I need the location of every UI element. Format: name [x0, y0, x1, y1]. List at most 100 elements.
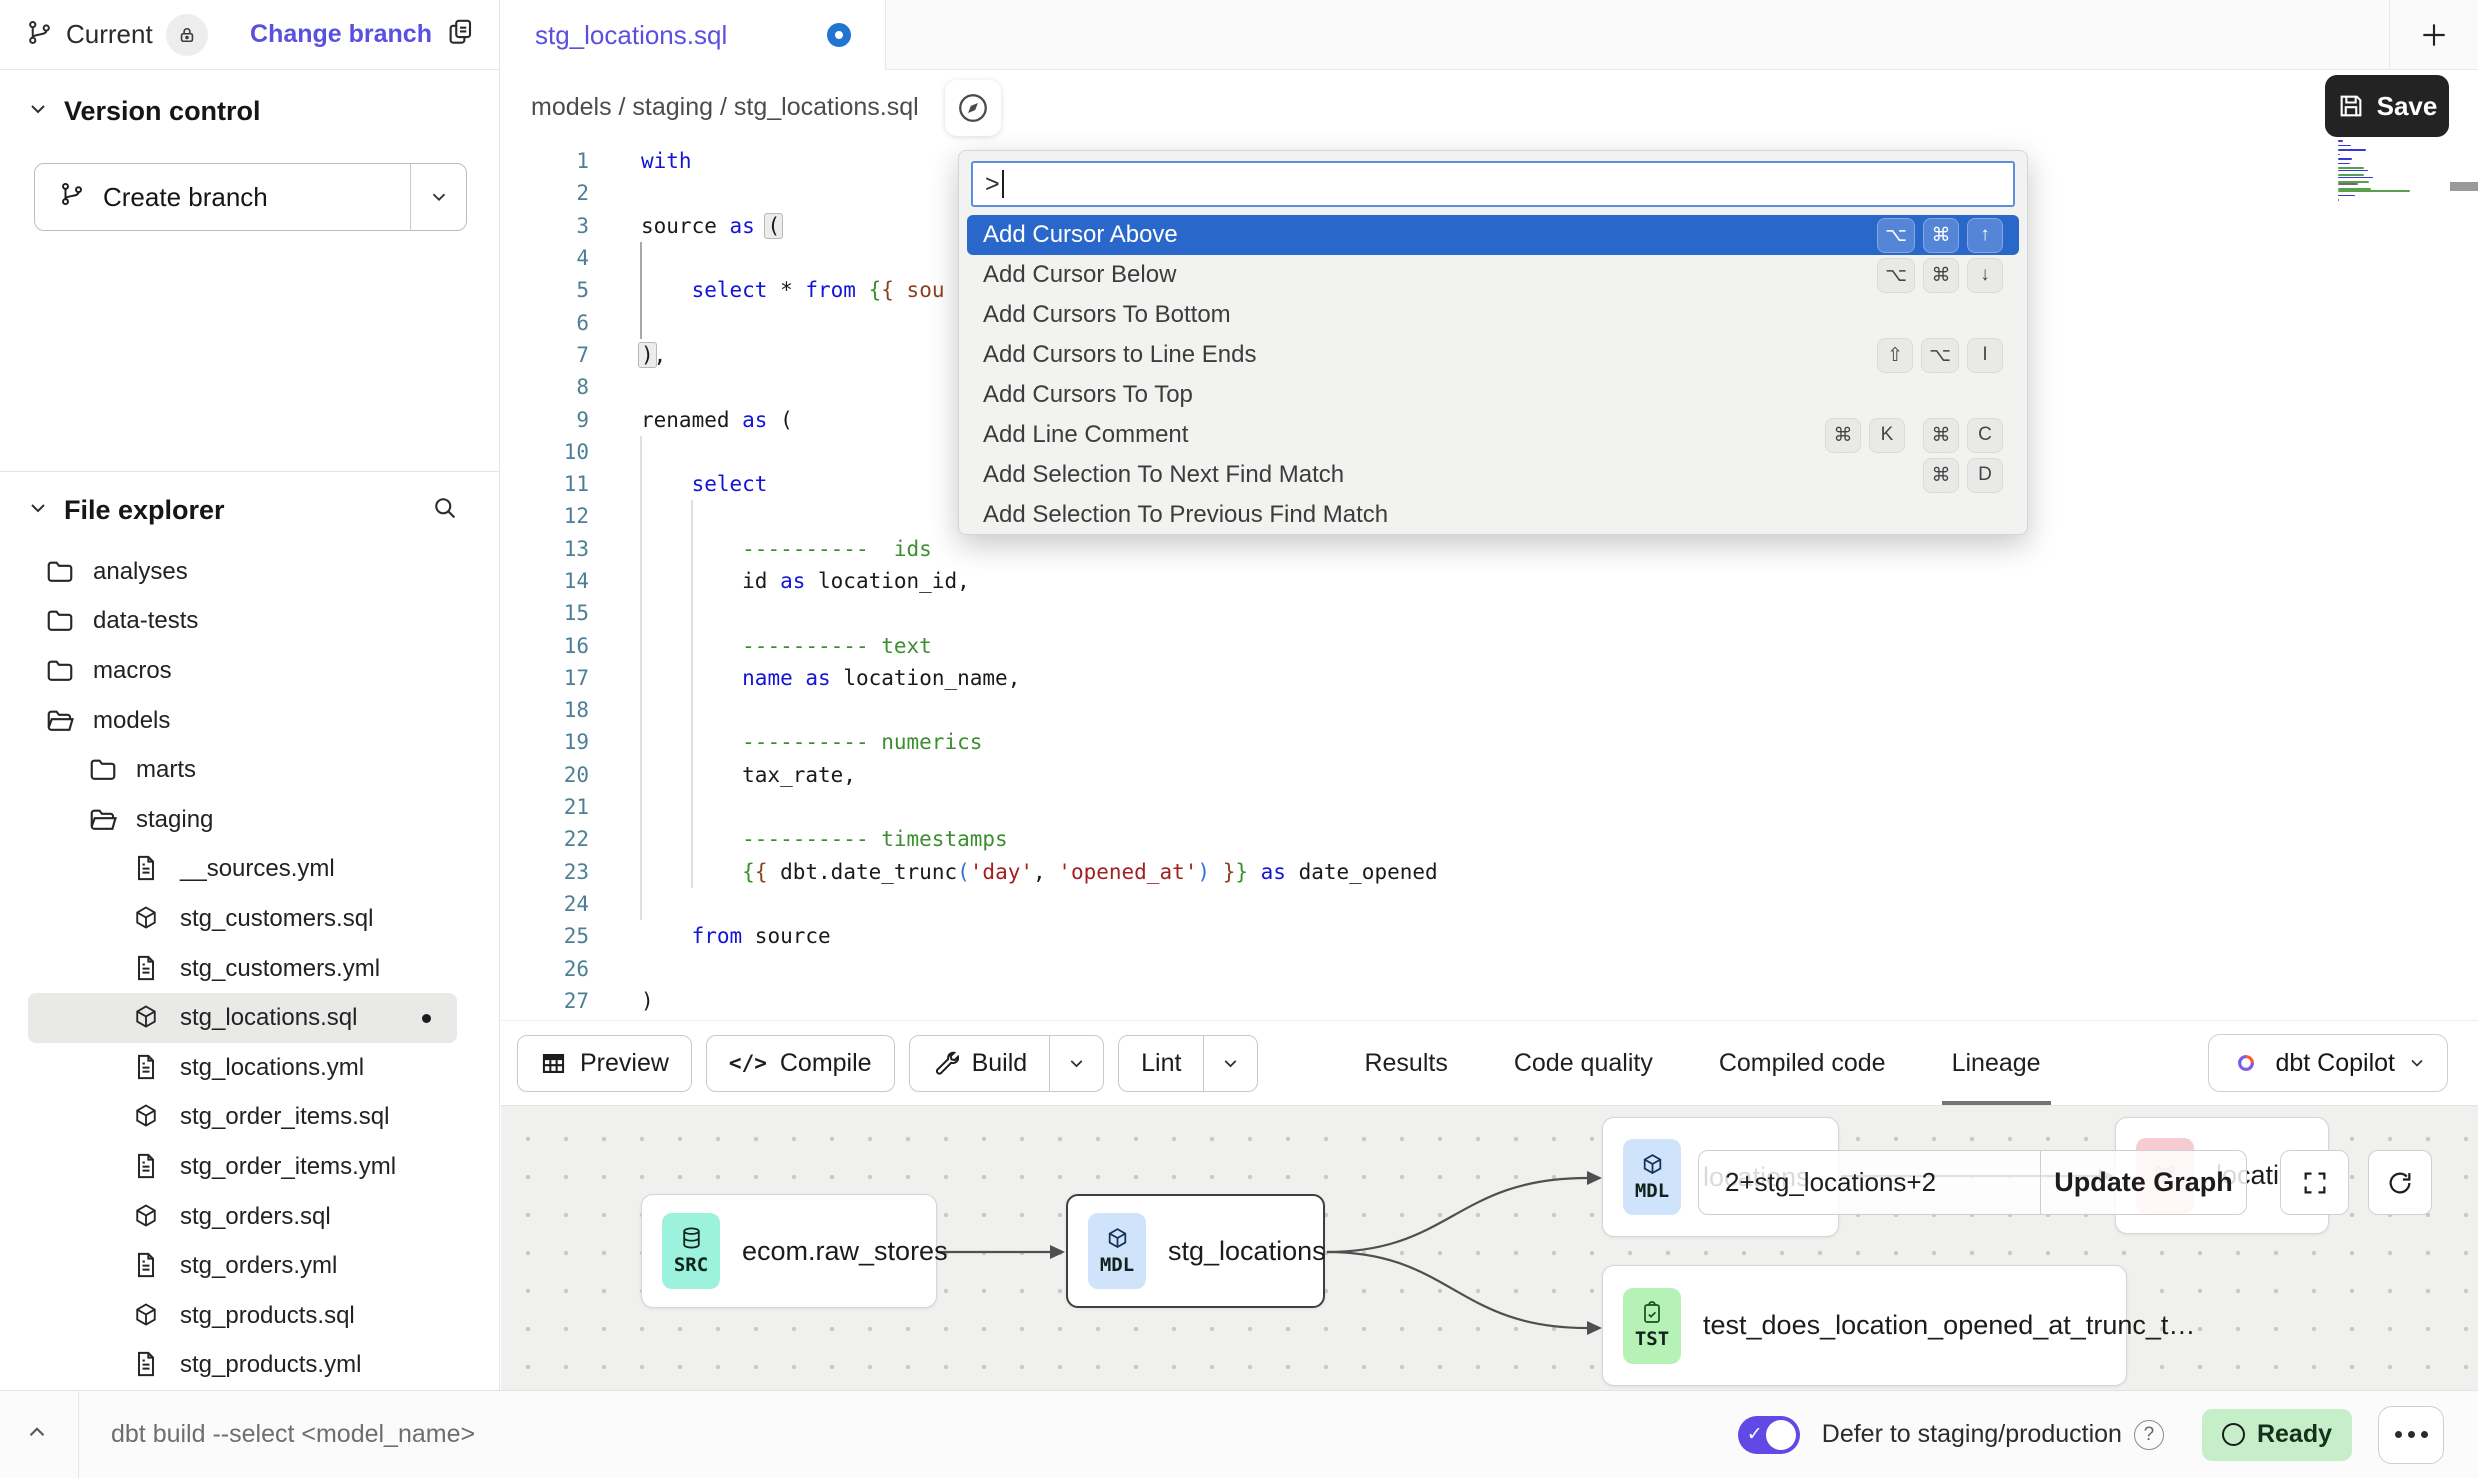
lint-dropdown[interactable] — [1203, 1036, 1257, 1091]
file-name: __sources.yml — [180, 855, 335, 883]
lineage-node-source[interactable]: SRC ecom.raw_stores — [641, 1194, 937, 1308]
code-line-19[interactable]: 19 ---------- numerics — [501, 726, 2478, 758]
dbt-copilot-button[interactable]: dbt Copilot — [2208, 1034, 2448, 1092]
code-line-15[interactable]: 15 — [501, 597, 2478, 629]
defer-toggle[interactable]: ✓ — [1738, 1416, 1800, 1454]
file-tree-item-stg_customers.sql[interactable]: stg_customers.sql — [0, 894, 499, 944]
line-number: 4 — [501, 246, 589, 270]
file-name: models — [93, 707, 170, 735]
editor-toolbar: Preview </> Compile Build Lint Results Co… — [501, 1020, 2478, 1105]
code-line-24[interactable]: 24 — [501, 888, 2478, 920]
command-palette-input[interactable]: > — [971, 161, 2015, 207]
fullscreen-button[interactable] — [2280, 1150, 2349, 1215]
palette-item-add-cursors-to-top[interactable]: Add Cursors To Top — [959, 375, 2027, 415]
tab-stg-locations-sql[interactable]: stg_locations.sql — [501, 0, 886, 70]
sidebar: Current Change branch Version control Cr… — [0, 0, 500, 1390]
code-line-18[interactable]: 18 — [501, 694, 2478, 726]
file-tree-item-stg_orders.yml[interactable]: stg_orders.yml — [0, 1241, 499, 1291]
lineage-panel[interactable]: SRC ecom.raw_stores MDL stg_locations MD… — [501, 1105, 2478, 1390]
build-dropdown[interactable] — [1049, 1036, 1103, 1091]
tab-compiled-code[interactable]: Compiled code — [1719, 1021, 1886, 1106]
code-line-20[interactable]: 20 tax_rate, — [501, 759, 2478, 791]
file-tree-item-models[interactable]: models — [0, 696, 499, 746]
copy-icon[interactable] — [445, 17, 475, 52]
file-tree-item-__sources.yml[interactable]: __sources.yml — [0, 845, 499, 895]
tab-code-quality[interactable]: Code quality — [1514, 1021, 1653, 1106]
save-button[interactable]: Save — [2325, 75, 2449, 137]
collapse-panel-button[interactable] — [24, 1419, 50, 1450]
search-icon[interactable] — [431, 494, 459, 527]
lint-label: Lint — [1141, 1049, 1181, 1078]
file-tree-item-stg_locations.yml[interactable]: stg_locations.yml — [0, 1043, 499, 1093]
palette-item-add-cursors-to-line-ends[interactable]: Add Cursors to Line Ends⇧⌥I — [959, 335, 2027, 375]
code-line-16[interactable]: 16 ---------- text — [501, 629, 2478, 661]
code-line-13[interactable]: 13 ---------- ids — [501, 533, 2478, 565]
file-tree-item-analyses[interactable]: analyses — [0, 547, 499, 597]
change-branch-link[interactable]: Change branch — [250, 20, 432, 49]
palette-item-label: Add Line Comment — [983, 421, 1188, 449]
line-text: id as location_id, — [589, 569, 970, 593]
create-branch-dropdown[interactable] — [410, 164, 466, 230]
file-tree-item-marts[interactable]: marts — [0, 745, 499, 795]
navigate-button[interactable] — [945, 80, 1001, 136]
status-badge: Ready — [2202, 1409, 2352, 1461]
help-icon[interactable]: ? — [2134, 1420, 2164, 1450]
line-number: 22 — [501, 827, 589, 851]
line-number: 18 — [501, 698, 589, 722]
code-line-14[interactable]: 14 id as location_id, — [501, 565, 2478, 597]
command-input[interactable]: dbt build --select <model_name> — [111, 1420, 475, 1449]
code-line-26[interactable]: 26 — [501, 952, 2478, 984]
node-label: stg_locations — [1168, 1236, 1326, 1267]
lineage-node-stg-locations[interactable]: MDL stg_locations — [1066, 1194, 1325, 1308]
scrollbar-thumb[interactable] — [2450, 182, 2478, 191]
refresh-button[interactable] — [2368, 1150, 2432, 1215]
code-line-25[interactable]: 25 from source — [501, 920, 2478, 952]
file-tree-item-stg_locations.sql[interactable]: stg_locations.sql — [28, 993, 457, 1043]
file-name: stg_orders.yml — [180, 1252, 337, 1280]
file-tree-item-stg_order_items.sql[interactable]: stg_order_items.sql — [0, 1093, 499, 1143]
tab-lineage[interactable]: Lineage — [1952, 1021, 2041, 1106]
file-tree-item-staging[interactable]: staging — [0, 795, 499, 845]
chevron-down-icon[interactable] — [26, 496, 50, 525]
tab-results[interactable]: Results — [1364, 1021, 1447, 1106]
chevron-down-icon[interactable] — [26, 97, 50, 126]
file-tree-item-stg_customers.yml[interactable]: stg_customers.yml — [0, 944, 499, 994]
palette-item-add-cursor-below[interactable]: Add Cursor Below⌥⌘↓ — [959, 255, 2027, 295]
palette-item-add-selection-to-next-find-match[interactable]: Add Selection To Next Find Match⌘D — [959, 455, 2027, 495]
file-tree-item-macros[interactable]: macros — [0, 646, 499, 696]
create-branch-button[interactable]: Create branch — [34, 163, 467, 231]
code-line-23[interactable]: 23 {{ dbt.date_trunc('day', 'opened_at')… — [501, 856, 2478, 888]
palette-item-label: Add Cursors To Top — [983, 381, 1193, 409]
lineage-node-test[interactable]: TST test_does_location_opened_at_trunc_t… — [1602, 1265, 2127, 1386]
lint-button[interactable]: Lint — [1118, 1035, 1258, 1092]
clipboard-check-icon — [1640, 1301, 1664, 1325]
defer-label: Defer to staging/production — [1822, 1420, 2122, 1449]
palette-item-add-line-comment[interactable]: Add Line Comment⌘K⌘C — [959, 415, 2027, 455]
indent-guide — [640, 436, 642, 920]
file-tree-item-data-tests[interactable]: data-tests — [0, 597, 499, 647]
file-tree-item-stg_products.yml[interactable]: stg_products.yml — [0, 1341, 499, 1391]
file-tree-item-stg_orders.sql[interactable]: stg_orders.sql — [0, 1192, 499, 1242]
code-line-27[interactable]: 27) — [501, 985, 2478, 1017]
palette-item-add-cursor-above[interactable]: Add Cursor Above⌥⌘↑ — [967, 215, 2019, 255]
line-number: 3 — [501, 214, 589, 238]
code-line-22[interactable]: 22 ---------- timestamps — [501, 823, 2478, 855]
minimap[interactable] — [2338, 140, 2450, 204]
keyboard-shortcut: ⌘D — [1923, 458, 2003, 493]
code-line-17[interactable]: 17 name as location_name, — [501, 662, 2478, 694]
compile-button[interactable]: </> Compile — [706, 1035, 895, 1092]
new-tab-button[interactable] — [2389, 0, 2478, 70]
file-tree-item-stg_products.sql[interactable]: stg_products.sql — [0, 1291, 499, 1341]
save-label: Save — [2377, 91, 2438, 122]
file-tree-item-stg_order_items.yml[interactable]: stg_order_items.yml — [0, 1142, 499, 1192]
build-button[interactable]: Build — [909, 1035, 1105, 1092]
update-graph-button[interactable]: Update Graph — [2041, 1151, 2246, 1214]
code-line-21[interactable]: 21 — [501, 791, 2478, 823]
model-icon — [132, 1102, 162, 1132]
more-options-button[interactable] — [2378, 1406, 2444, 1464]
palette-item-add-cursors-to-bottom[interactable]: Add Cursors To Bottom — [959, 295, 2027, 335]
lineage-selector-input[interactable]: 2+stg_locations+2 — [1699, 1151, 2041, 1214]
preview-button[interactable]: Preview — [517, 1035, 692, 1092]
branch-lock-badge — [166, 14, 208, 56]
palette-item-add-selection-to-previous-find-match[interactable]: Add Selection To Previous Find Match — [959, 495, 2027, 535]
